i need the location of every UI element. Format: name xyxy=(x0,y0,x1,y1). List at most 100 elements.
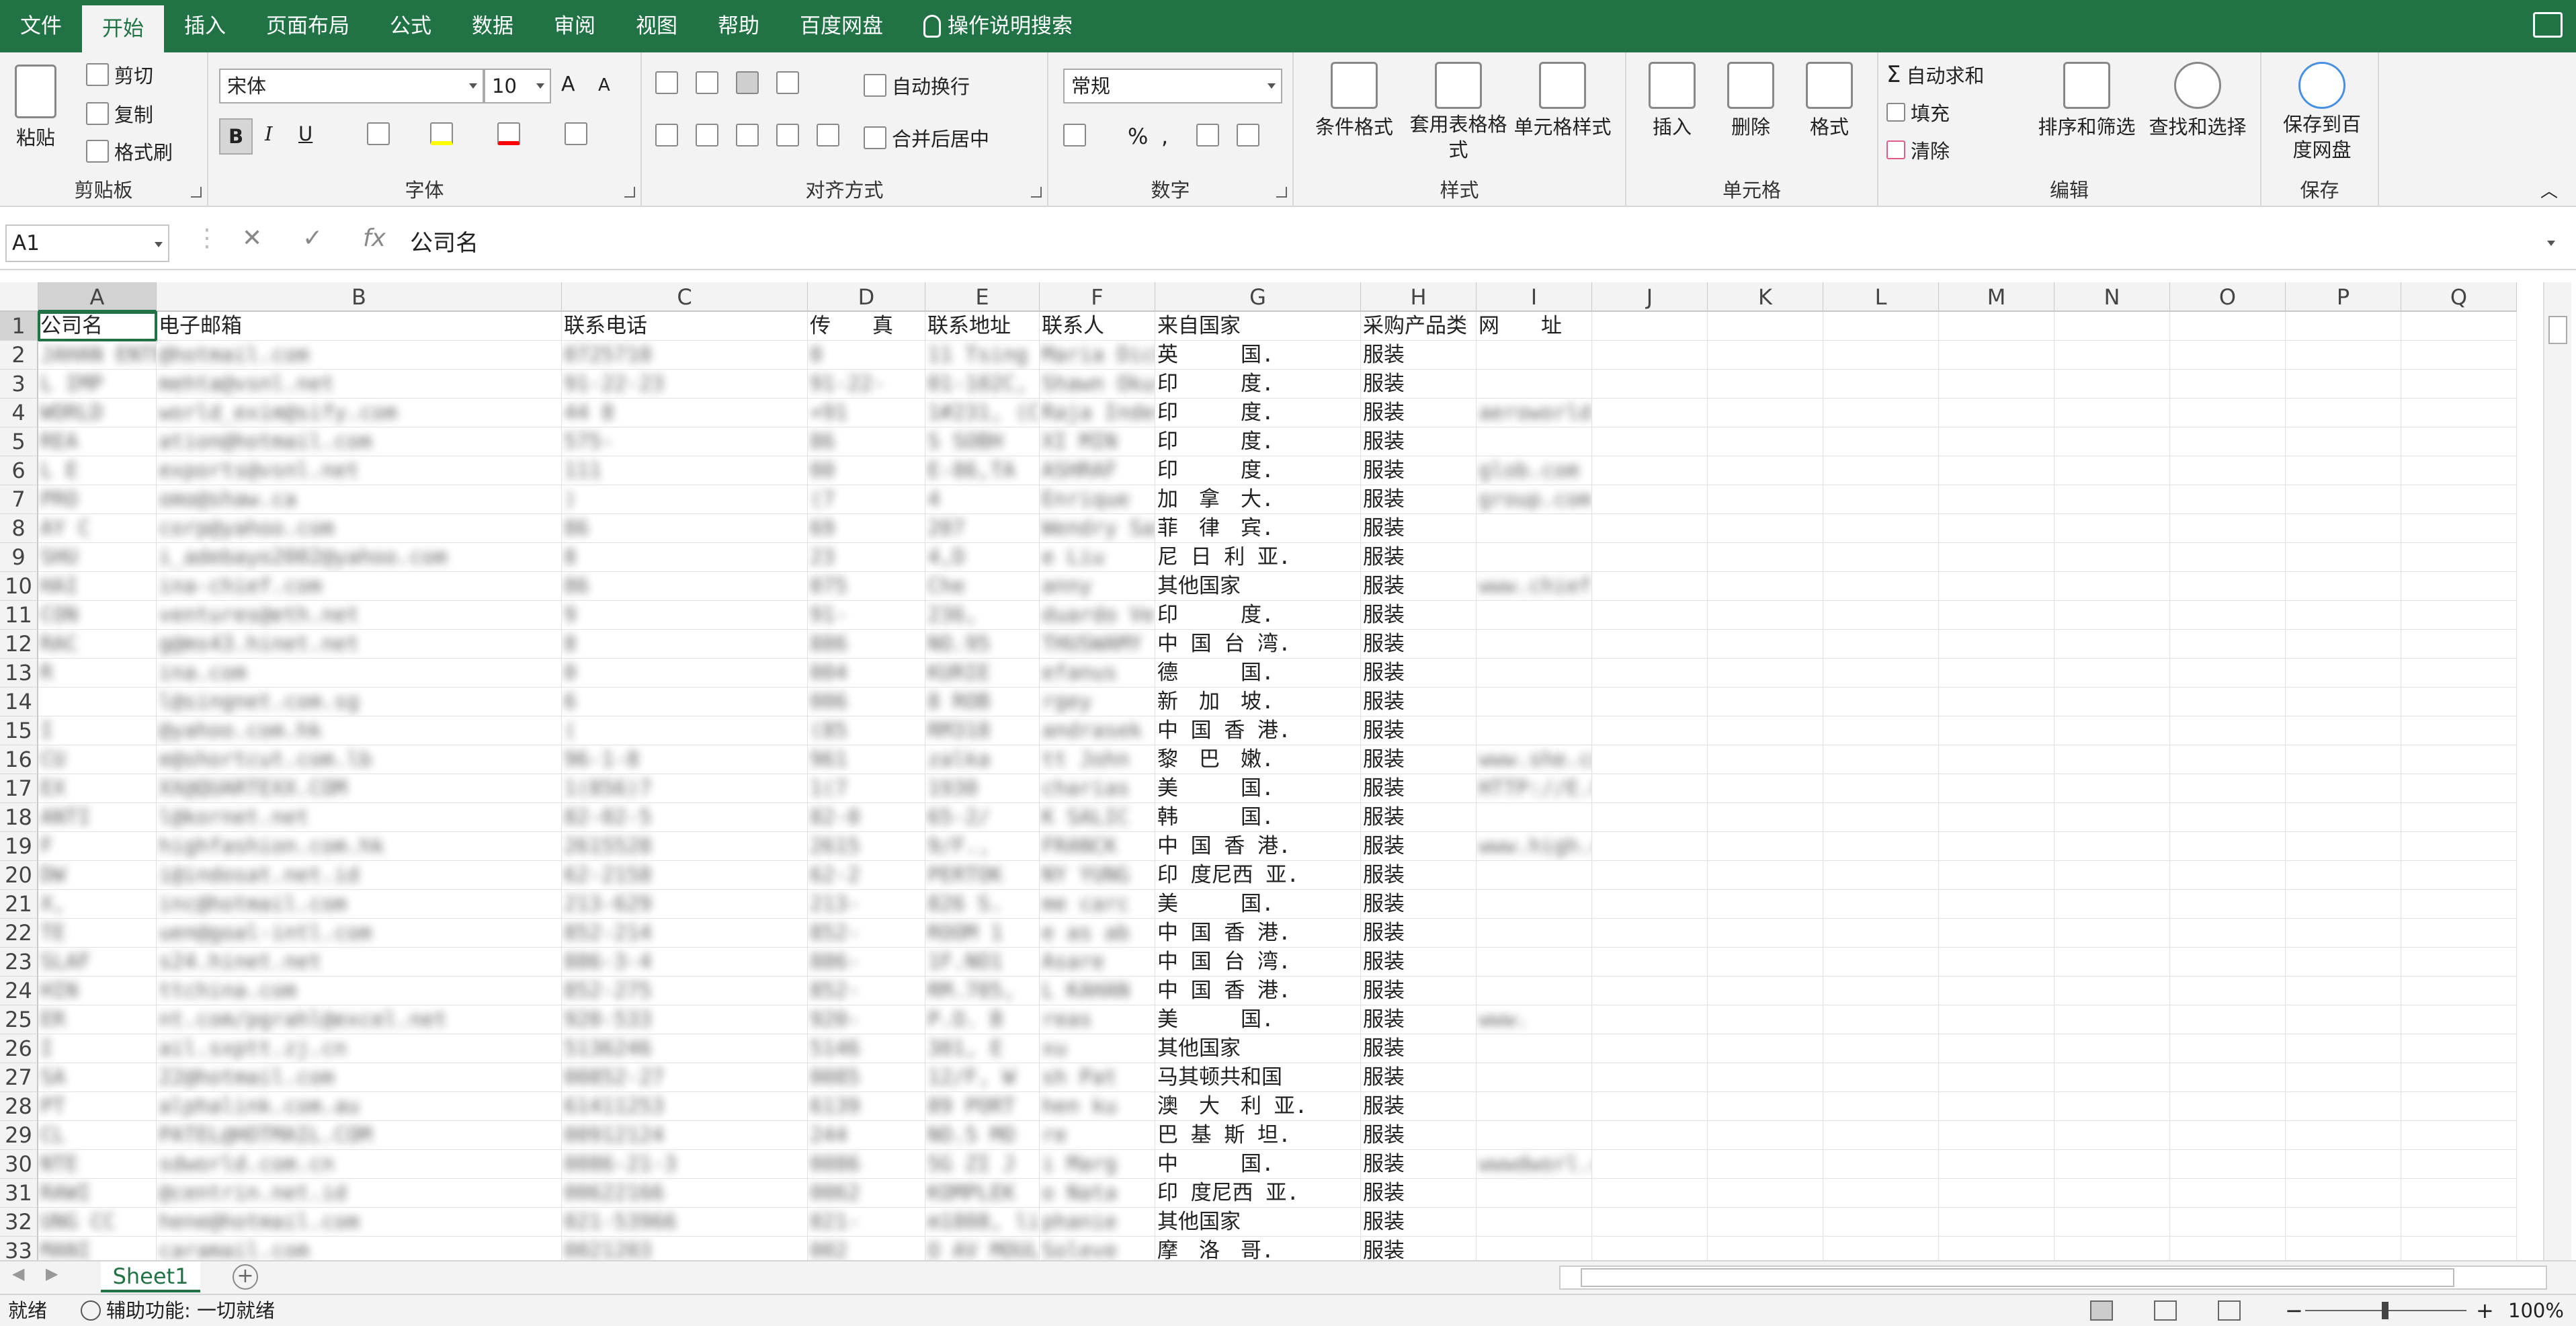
cell-o25[interactable] xyxy=(2170,1005,2286,1034)
row-header[interactable]: 28 xyxy=(0,1092,38,1121)
cell-p20[interactable] xyxy=(2286,861,2401,890)
tab-home[interactable]: 开始 xyxy=(82,5,164,52)
cell-h5[interactable]: 服装 xyxy=(1361,427,1477,456)
cell-m24[interactable] xyxy=(1939,977,2054,1005)
cell-p8[interactable] xyxy=(2286,514,2401,543)
cell-j9[interactable] xyxy=(1592,543,1708,572)
cell-j20[interactable] xyxy=(1592,861,1708,890)
cell-d7[interactable]: (7 xyxy=(808,485,925,514)
cell-c16[interactable]: 96-1-8 xyxy=(562,745,808,774)
cell-g29[interactable]: 巴 基 斯 坦. xyxy=(1155,1121,1361,1150)
cell-q11[interactable] xyxy=(2401,601,2517,630)
cell-o12[interactable] xyxy=(2170,630,2286,659)
row-header[interactable]: 27 xyxy=(0,1063,38,1092)
cell-d1[interactable]: 传 真 xyxy=(808,312,925,341)
number-format-select[interactable]: 常规 xyxy=(1063,69,1282,103)
column-header-l[interactable]: L xyxy=(1823,282,1939,312)
cell-f2[interactable]: Maria Dick xyxy=(1040,341,1155,370)
cell-c8[interactable]: 86 xyxy=(562,514,808,543)
cell-c10[interactable]: 86 xyxy=(562,572,808,601)
cell-c18[interactable]: 82-02-5 xyxy=(562,803,808,832)
cell-d2[interactable]: 0 xyxy=(808,341,925,370)
cell-e6[interactable]: E-86,TA xyxy=(925,456,1040,485)
page-break-view-icon[interactable] xyxy=(2218,1300,2241,1321)
row-header[interactable]: 19 xyxy=(0,832,38,861)
cell-i26[interactable] xyxy=(1477,1034,1592,1063)
cell-o7[interactable] xyxy=(2170,485,2286,514)
cell-l4[interactable] xyxy=(1823,399,1939,427)
cell-f31[interactable]: o Nata xyxy=(1040,1179,1155,1208)
cell-i20[interactable] xyxy=(1477,861,1592,890)
cell-c20[interactable]: 62-2158 xyxy=(562,861,808,890)
cell-d16[interactable]: 961 xyxy=(808,745,925,774)
cell-c14[interactable]: 6 xyxy=(562,688,808,716)
cell-n9[interactable] xyxy=(2054,543,2170,572)
cell-a2[interactable]: JAHAN ENTE xyxy=(38,341,157,370)
cell-h22[interactable]: 服装 xyxy=(1361,919,1477,948)
cell-q20[interactable] xyxy=(2401,861,2517,890)
column-header-p[interactable]: P xyxy=(2286,282,2401,312)
cell-g27[interactable]: 马其顿共和国 xyxy=(1155,1063,1361,1092)
cell-a10[interactable]: HAI xyxy=(38,572,157,601)
cell-p17[interactable] xyxy=(2286,774,2401,803)
cell-h31[interactable]: 服装 xyxy=(1361,1179,1477,1208)
row-header[interactable]: 15 xyxy=(0,716,38,745)
cell-i10[interactable]: www.chief.com xyxy=(1477,572,1592,601)
cell-m28[interactable] xyxy=(1939,1092,2054,1121)
cell-a16[interactable]: CU xyxy=(38,745,157,774)
normal-view-icon[interactable] xyxy=(2090,1300,2113,1321)
cell-m12[interactable] xyxy=(1939,630,2054,659)
cell-q16[interactable] xyxy=(2401,745,2517,774)
cell-f4[interactable]: Raja Inder xyxy=(1040,399,1155,427)
column-header-e[interactable]: E xyxy=(925,282,1040,312)
cell-c22[interactable]: 852-214 xyxy=(562,919,808,948)
cell-h11[interactable]: 服装 xyxy=(1361,601,1477,630)
cell-m19[interactable] xyxy=(1939,832,2054,861)
cell-l21[interactable] xyxy=(1823,890,1939,919)
cell-m5[interactable] xyxy=(1939,427,2054,456)
cell-i13[interactable] xyxy=(1477,659,1592,688)
cell-f25[interactable]: reas xyxy=(1040,1005,1155,1034)
cell-b11[interactable]: ventures@eth.net xyxy=(157,601,562,630)
cell-m14[interactable] xyxy=(1939,688,2054,716)
cell-p10[interactable] xyxy=(2286,572,2401,601)
cell-h14[interactable]: 服装 xyxy=(1361,688,1477,716)
cell-n26[interactable] xyxy=(2054,1034,2170,1063)
cell-d26[interactable]: 5146 xyxy=(808,1034,925,1063)
cell-h1[interactable]: 采购产品类 xyxy=(1361,312,1477,341)
format-cells-button[interactable]: 格式 xyxy=(1796,62,1863,140)
cell-g16[interactable]: 黎 巴 嫩. xyxy=(1155,745,1361,774)
cell-o9[interactable] xyxy=(2170,543,2286,572)
cell-p25[interactable] xyxy=(2286,1005,2401,1034)
cell-f30[interactable]: i Marg xyxy=(1040,1150,1155,1179)
cell-h27[interactable]: 服装 xyxy=(1361,1063,1477,1092)
cell-e22[interactable]: ROOM 1 xyxy=(925,919,1040,948)
cell-b5[interactable]: ation@hotmail.com xyxy=(157,427,562,456)
cell-h17[interactable]: 服装 xyxy=(1361,774,1477,803)
cell-i25[interactable]: www. xyxy=(1477,1005,1592,1034)
cell-m13[interactable] xyxy=(1939,659,2054,688)
cell-q30[interactable] xyxy=(2401,1150,2517,1179)
cell-p7[interactable] xyxy=(2286,485,2401,514)
row-header[interactable]: 13 xyxy=(0,659,38,688)
cell-q24[interactable] xyxy=(2401,977,2517,1005)
cell-e13[interactable]: KURIE xyxy=(925,659,1040,688)
cell-p26[interactable] xyxy=(2286,1034,2401,1063)
cell-o27[interactable] xyxy=(2170,1063,2286,1092)
cell-i8[interactable] xyxy=(1477,514,1592,543)
cell-n17[interactable] xyxy=(2054,774,2170,803)
cell-a11[interactable]: CON xyxy=(38,601,157,630)
cell-e2[interactable]: 11 Tsing xyxy=(925,341,1040,370)
cell-l28[interactable] xyxy=(1823,1092,1939,1121)
cell-m15[interactable] xyxy=(1939,716,2054,745)
cell-e18[interactable]: 65-2/ xyxy=(925,803,1040,832)
cell-o23[interactable] xyxy=(2170,948,2286,977)
cell-l8[interactable] xyxy=(1823,514,1939,543)
cell-a30[interactable]: NTE xyxy=(38,1150,157,1179)
cell-p4[interactable] xyxy=(2286,399,2401,427)
cell-n6[interactable] xyxy=(2054,456,2170,485)
cell-f27[interactable]: sh Pat xyxy=(1040,1063,1155,1092)
cell-k8[interactable] xyxy=(1708,514,1823,543)
cell-j4[interactable] xyxy=(1592,399,1708,427)
horizontal-scrollbar[interactable] xyxy=(1559,1266,2547,1290)
